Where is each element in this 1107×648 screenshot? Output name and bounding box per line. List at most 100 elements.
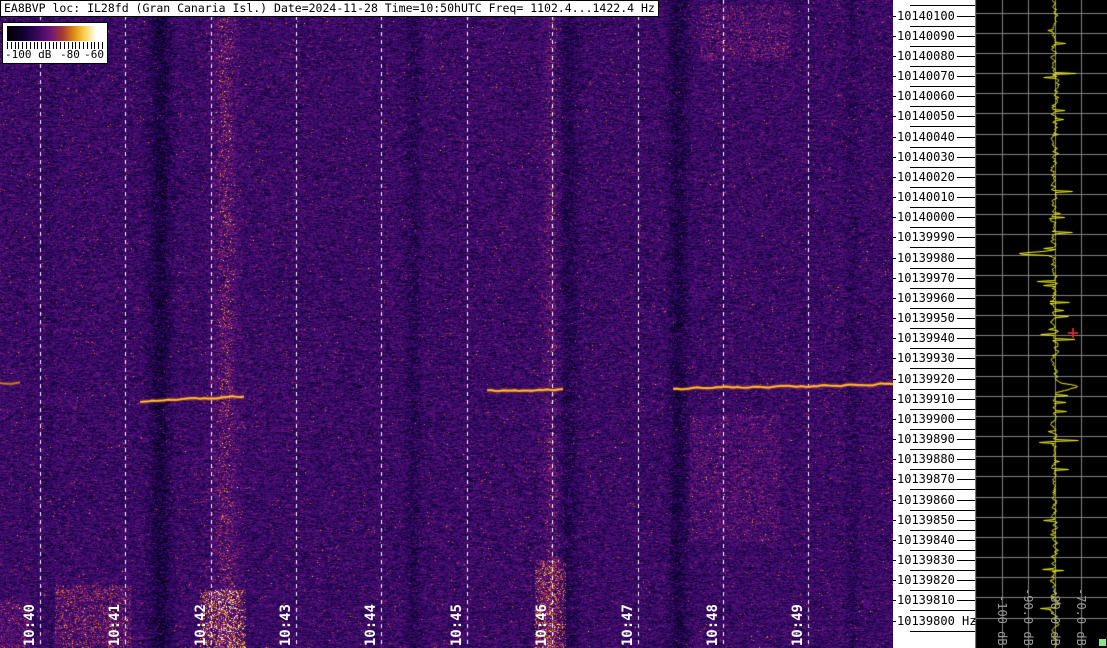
freq-tick-label: 10140000 [897,210,955,224]
freq-tick [893,16,896,17]
freq-tick-label: 10140010 [897,190,955,204]
db-tick-label: -80.0 dB [1048,588,1062,646]
freq-tick [893,520,896,521]
colormap-gradient [7,26,103,41]
time-tick-label: 10:40 [22,603,38,646]
freq-major-line [957,96,975,97]
freq-tick [893,459,896,460]
freq-minor-line [910,288,975,289]
freq-minor-line [910,147,975,148]
freq-minor-line [910,631,975,632]
time-tick-label: 10:42 [193,603,209,646]
freq-minor-line [910,550,975,551]
freq-major-line [957,237,975,238]
freq-major-line [957,560,975,561]
freq-minor-line [910,5,975,6]
freq-tick-label: 10139900 [897,412,955,426]
freq-minor-line [910,86,975,87]
freq-major-line [957,479,975,480]
freq-major-line [957,298,975,299]
freq-minor-line [910,409,975,410]
freq-minor-line [910,227,975,228]
db-tick-label: -90.0 dB [1021,588,1035,646]
time-tick-label: 10:46 [534,603,550,646]
freq-major-line [957,157,975,158]
freq-minor-line [910,66,975,67]
freq-minor-line [910,530,975,531]
freq-tick [893,96,896,97]
freq-tick-label: 10140040 [897,130,955,144]
freq-minor-line [910,449,975,450]
freq-tick-label: 10140030 [897,150,955,164]
freq-tick-label: 10139880 [897,452,955,466]
freq-major-line [957,116,975,117]
freq-minor-line [910,348,975,349]
freq-major-line [957,459,975,460]
spectrogram-waterfall-canvas [0,0,893,648]
freq-tick-label: 10139970 [897,271,955,285]
db-color-legend: -100 dB -80 -60 [2,22,108,64]
freq-major-line [957,197,975,198]
freq-tick [893,177,896,178]
freq-tick-label: 10139910 [897,392,955,406]
legend-label-mid: -80 [60,48,80,61]
freq-major-line [973,621,975,622]
freq-major-line [957,419,975,420]
freq-minor-line [910,46,975,47]
freq-major-line [957,600,975,601]
freq-minor-line [910,106,975,107]
freq-minor-line [910,570,975,571]
freq-tick [893,137,896,138]
freq-tick-label: 10139990 [897,230,955,244]
freq-tick-label: 10140020 [897,170,955,184]
freq-tick [893,439,896,440]
freq-major-line [957,258,975,259]
freq-tick-label: 10139870 [897,472,955,486]
freq-tick [893,580,896,581]
freq-major-line [957,540,975,541]
freq-tick [893,399,896,400]
freq-minor-line [910,247,975,248]
freq-tick [893,56,896,57]
freq-major-line [957,56,975,57]
freq-tick-label: 10140080 [897,49,955,63]
db-tick-label: -100 dB [995,595,1009,646]
freq-minor-line [910,469,975,470]
freq-major-line [957,217,975,218]
freq-tick [893,318,896,319]
freq-minor-line [910,26,975,27]
freq-tick-label: 10140050 [897,109,955,123]
freq-tick-label: 10139930 [897,351,955,365]
freq-major-line [957,379,975,380]
freq-tick [893,116,896,117]
spectrum-plot-canvas [975,0,1107,648]
freq-major-line [957,16,975,17]
freq-tick-label: 10139950 [897,311,955,325]
freq-tick [893,419,896,420]
freq-tick-label: 10139960 [897,291,955,305]
freq-tick [893,237,896,238]
freq-tick-label: 10140090 [897,29,955,43]
freq-major-line [957,76,975,77]
freq-minor-line [910,489,975,490]
time-tick-label: 10:43 [278,603,294,646]
freq-tick [893,76,896,77]
freq-tick [893,379,896,380]
freq-minor-line [910,510,975,511]
freq-tick-label: 10139940 [897,331,955,345]
status-marker [1099,639,1106,646]
freq-tick [893,600,896,601]
freq-tick-label: 10139800 Hz [897,614,977,628]
freq-tick [893,258,896,259]
freq-minor-line [910,308,975,309]
freq-tick [893,197,896,198]
freq-tick [893,36,896,37]
freq-major-line [957,358,975,359]
legend-tick [52,42,54,49]
freq-tick [893,621,896,622]
legend-label-min: -100 dB [5,48,52,61]
time-tick-label: 10:49 [790,603,806,646]
freq-minor-line [910,126,975,127]
freq-major-line [957,177,975,178]
title-bar: EA8BVP loc: IL28fd (Gran Canaria Isl.) D… [0,0,659,17]
